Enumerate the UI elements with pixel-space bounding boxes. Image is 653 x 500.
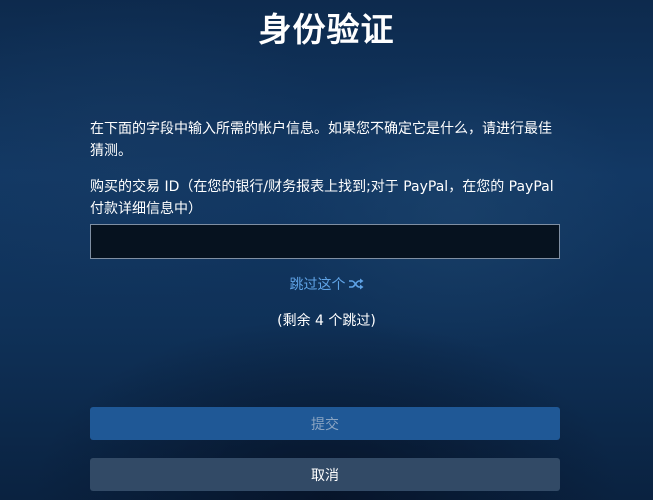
submit-button[interactable]: 提交 bbox=[90, 407, 560, 440]
skip-link[interactable]: 跳过这个 bbox=[0, 275, 653, 295]
cancel-button[interactable]: 取消 bbox=[90, 458, 560, 491]
page-title: 身份验证 bbox=[258, 10, 395, 49]
shuffle-icon bbox=[348, 278, 363, 290]
instructions-text: 在下面的字段中输入所需的帐户信息。如果您不确定它是什么，请进行最佳猜测。 bbox=[90, 121, 552, 159]
skip-link-label: 跳过这个 bbox=[289, 277, 346, 293]
skips-remaining-text: (剩余 4 个跳过) bbox=[277, 313, 376, 329]
transaction-id-input[interactable] bbox=[90, 224, 560, 259]
verification-page: 身份验证 在下面的字段中输入所需的帐户信息。如果您不确定它是什么，请进行最佳猜测… bbox=[0, 0, 653, 500]
transaction-id-label: 购买的交易 ID（在您的银行/财务报表上找到;对于 PayPal，在您的 Pay… bbox=[90, 179, 554, 217]
